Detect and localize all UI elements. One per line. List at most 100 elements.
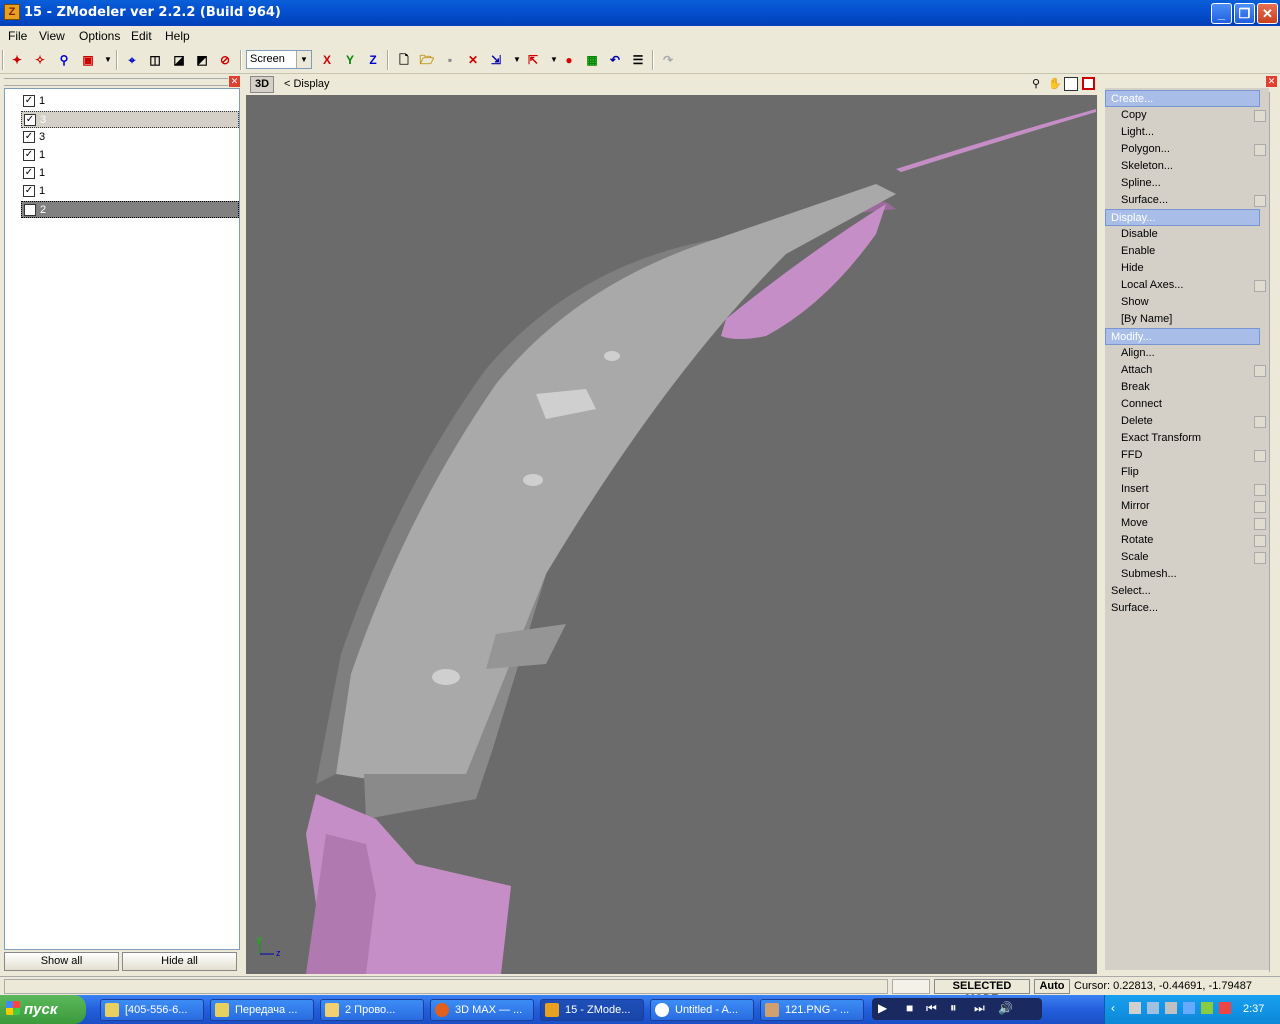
- viewport-3d[interactable]: y z: [246, 74, 1097, 974]
- command-surface[interactable]: Surface...: [1105, 192, 1266, 209]
- checkbox-icon[interactable]: ✓: [24, 114, 36, 126]
- export-icon[interactable]: ⇱: [524, 51, 542, 69]
- view-mode-button[interactable]: 3D: [250, 76, 274, 93]
- no-select-icon[interactable]: ⊘: [216, 51, 234, 69]
- vertex-mode-icon[interactable]: ⌖: [123, 51, 141, 69]
- command-local-axes[interactable]: Local Axes...: [1105, 277, 1266, 294]
- taskbar-item[interactable]: 121.PNG - ...: [760, 999, 864, 1021]
- zoom-icon[interactable]: ⚲: [1032, 77, 1046, 91]
- pause-icon[interactable]: ⏸: [950, 1000, 957, 1016]
- viewport-breadcrumb[interactable]: < Display: [284, 78, 330, 90]
- speaker-icon[interactable]: [1165, 1002, 1177, 1014]
- list-item[interactable]: ✓ 1: [21, 183, 239, 200]
- options-box-icon[interactable]: [1254, 535, 1266, 547]
- cube-mode-icon[interactable]: ◩: [193, 51, 211, 69]
- options-box-icon[interactable]: [1254, 110, 1266, 122]
- zmodeler-app-icon[interactable]: Z: [4, 4, 20, 20]
- network-icon[interactable]: [1129, 1002, 1141, 1014]
- checkbox-icon[interactable]: ✓: [23, 167, 35, 179]
- notes-icon[interactable]: ☰: [629, 51, 647, 69]
- next-icon[interactable]: ⏭: [974, 1001, 985, 1016]
- command-show[interactable]: Show: [1105, 294, 1260, 311]
- undo-icon[interactable]: ↶: [606, 51, 624, 69]
- save-file-icon[interactable]: ▪: [441, 51, 459, 69]
- delete-icon[interactable]: ✕: [464, 51, 482, 69]
- command-exact-transform[interactable]: Exact Transform: [1105, 430, 1260, 447]
- command-align[interactable]: Align...: [1105, 345, 1260, 362]
- command-ffd[interactable]: FFD: [1105, 447, 1266, 464]
- checkbox-icon[interactable]: ✓: [23, 95, 35, 107]
- model-render[interactable]: [246, 74, 1097, 974]
- command-mirror[interactable]: Mirror: [1105, 498, 1266, 515]
- options-box-icon[interactable]: [1254, 280, 1266, 292]
- auto-mode-indicator[interactable]: Auto: [1034, 979, 1070, 994]
- list-item[interactable]: ✓ 1: [21, 165, 239, 182]
- menu-edit[interactable]: Edit: [131, 29, 152, 43]
- list-item[interactable]: ✓ 3: [21, 111, 239, 128]
- options-box-icon[interactable]: [1254, 416, 1266, 428]
- taskbar-item[interactable]: 15 - ZMode...: [540, 999, 644, 1021]
- material-icon[interactable]: ▦: [583, 51, 601, 69]
- select-group-icon[interactable]: ▣: [79, 51, 97, 69]
- tray-expand-icon[interactable]: ‹: [1111, 1001, 1115, 1015]
- previous-icon[interactable]: ⏮: [926, 1001, 937, 1016]
- play-icon[interactable]: ▶: [878, 1001, 887, 1015]
- options-box-icon[interactable]: [1254, 365, 1266, 377]
- network-icon[interactable]: [1147, 1002, 1159, 1014]
- app-tray-icon[interactable]: [1219, 1002, 1231, 1014]
- import-icon[interactable]: ⇲: [487, 51, 505, 69]
- options-box-icon[interactable]: [1254, 501, 1266, 513]
- command-move[interactable]: Move: [1105, 515, 1266, 532]
- select-edge-icon[interactable]: ✧: [31, 51, 49, 69]
- start-button[interactable]: пуск: [0, 995, 86, 1024]
- list-item[interactable]: ✓ 1: [21, 147, 239, 164]
- axis-z-button[interactable]: Z: [364, 51, 382, 69]
- panel-close-icon[interactable]: ✕: [1266, 76, 1277, 87]
- command-skeleton[interactable]: Skeleton...: [1105, 158, 1260, 175]
- checkbox-icon[interactable]: ✓: [23, 131, 35, 143]
- close-button[interactable]: ✕: [1257, 3, 1278, 24]
- clock[interactable]: 2:37: [1243, 1003, 1264, 1015]
- axis-y-button[interactable]: Y: [341, 51, 359, 69]
- stop-icon[interactable]: ■: [906, 1001, 913, 1015]
- menu-view[interactable]: View: [39, 29, 65, 43]
- command-scale[interactable]: Scale: [1105, 549, 1266, 566]
- object-list[interactable]: ✓ 1 ✓ 3 ✓ 3 ✓ 1 ✓ 1 ✓ 1 ✓ 2: [4, 88, 240, 950]
- checkbox-icon[interactable]: ✓: [23, 185, 35, 197]
- command-light[interactable]: Light...: [1105, 124, 1260, 141]
- section-create[interactable]: Create...: [1105, 90, 1260, 107]
- menu-file[interactable]: File: [8, 29, 27, 43]
- render-icon[interactable]: ●: [560, 51, 578, 69]
- menu-help[interactable]: Help: [165, 29, 190, 43]
- viewport-close-icon[interactable]: [1082, 77, 1095, 90]
- minimize-button[interactable]: _: [1211, 3, 1232, 24]
- open-file-icon[interactable]: 🗁: [418, 51, 436, 69]
- maximize-viewport-icon[interactable]: [1064, 77, 1078, 91]
- command-hide[interactable]: Hide: [1105, 260, 1260, 277]
- list-item[interactable]: ✓ 2: [21, 201, 239, 218]
- solid-mode-icon[interactable]: ◪: [170, 51, 188, 69]
- checkbox-icon[interactable]: ✓: [23, 149, 35, 161]
- box-mode-icon[interactable]: ◫: [146, 51, 164, 69]
- command-delete[interactable]: Delete: [1105, 413, 1266, 430]
- command-connect[interactable]: Connect: [1105, 396, 1260, 413]
- command-rotate[interactable]: Rotate: [1105, 532, 1266, 549]
- section-select[interactable]: Select...: [1105, 583, 1260, 600]
- coordinate-space-select[interactable]: Screen ▼: [246, 50, 312, 69]
- options-box-icon[interactable]: [1254, 195, 1266, 207]
- select-object-icon[interactable]: ⚲: [55, 51, 73, 69]
- command-insert[interactable]: Insert: [1105, 481, 1266, 498]
- axis-x-button[interactable]: X: [318, 51, 336, 69]
- taskbar-item[interactable]: Untitled - A...: [650, 999, 754, 1021]
- taskbar-item[interactable]: Передача ...: [210, 999, 314, 1021]
- redo-icon[interactable]: ↷: [659, 51, 677, 69]
- list-item[interactable]: ✓ 1: [21, 93, 239, 110]
- select-vertex-icon[interactable]: ✦: [8, 51, 26, 69]
- pan-hand-icon[interactable]: ✋: [1048, 77, 1062, 91]
- selected-mode-indicator[interactable]: SELECTED MODE: [934, 979, 1030, 1005]
- dropdown-arrow-icon[interactable]: ▼: [99, 51, 117, 69]
- taskbar-item[interactable]: [405-556-6...: [100, 999, 204, 1021]
- panel-grip[interactable]: [4, 78, 228, 86]
- panel-scrollbar[interactable]: [1269, 92, 1277, 972]
- options-box-icon[interactable]: [1254, 450, 1266, 462]
